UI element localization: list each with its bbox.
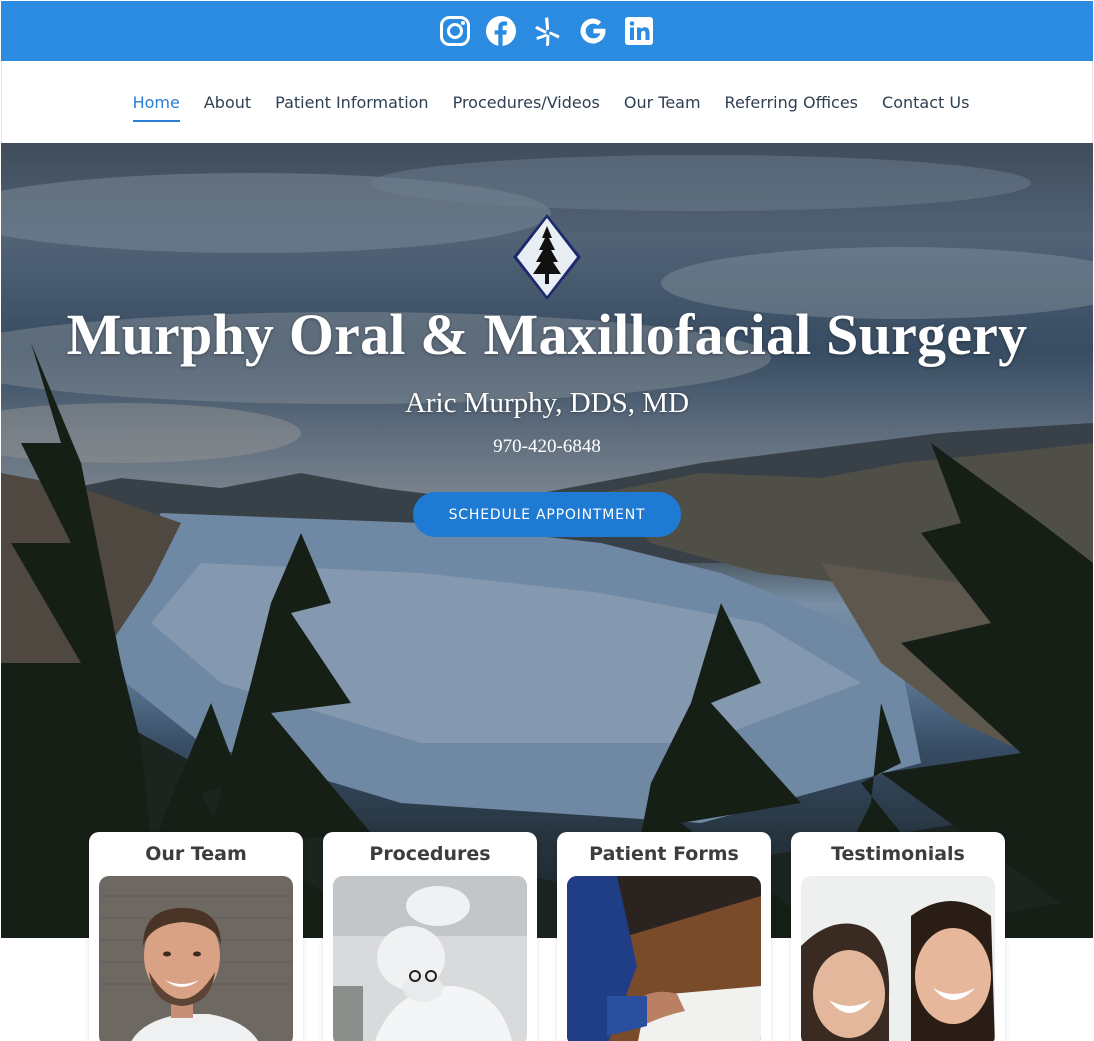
hero-title: Murphy Oral & Maxillofacial Surgery xyxy=(66,302,1028,367)
google-icon[interactable] xyxy=(577,15,609,47)
feature-cards: Our Team Procedures Patient Forms Testim… xyxy=(0,832,1094,1041)
nav-about[interactable]: About xyxy=(192,84,263,121)
nav-patient-information[interactable]: Patient Information xyxy=(263,84,440,121)
nav-home[interactable]: Home xyxy=(121,84,192,122)
card-testimonials[interactable]: Testimonials xyxy=(791,832,1005,1041)
card-title: Patient Forms xyxy=(589,843,739,865)
smiling-doctor-photo xyxy=(99,876,293,1041)
nav-our-team[interactable]: Our Team xyxy=(612,84,713,121)
signing-paperwork-photo xyxy=(567,876,761,1041)
card-our-team[interactable]: Our Team xyxy=(89,832,303,1041)
instagram-icon[interactable] xyxy=(439,15,471,47)
social-bar xyxy=(1,1,1093,61)
card-patient-forms[interactable]: Patient Forms xyxy=(557,832,771,1041)
schedule-appointment-button[interactable]: SCHEDULE APPOINTMENT xyxy=(413,492,681,537)
nav-contact-us[interactable]: Contact Us xyxy=(870,84,981,121)
facebook-icon[interactable] xyxy=(485,15,517,47)
card-procedures[interactable]: Procedures xyxy=(323,832,537,1041)
nav-referring-offices[interactable]: Referring Offices xyxy=(713,84,870,121)
card-title: Our Team xyxy=(145,843,247,865)
phone-number[interactable]: 970-420-6848 xyxy=(1,436,1093,458)
hero-section: Murphy Oral & Maxillofacial Surgery Aric… xyxy=(1,143,1093,938)
smiling-women-photo xyxy=(801,876,995,1041)
yelp-icon[interactable] xyxy=(531,15,563,47)
main-nav: Home About Patient Information Procedure… xyxy=(1,61,1093,143)
surgeon-photo xyxy=(333,876,527,1041)
card-title: Testimonials xyxy=(831,843,965,865)
doctor-name: Aric Murphy, DDS, MD xyxy=(404,387,690,419)
card-title: Procedures xyxy=(369,843,491,865)
nav-procedures-videos[interactable]: Procedures/Videos xyxy=(441,84,612,121)
pine-tree-logo-icon xyxy=(513,214,581,300)
linkedin-icon[interactable] xyxy=(623,15,655,47)
